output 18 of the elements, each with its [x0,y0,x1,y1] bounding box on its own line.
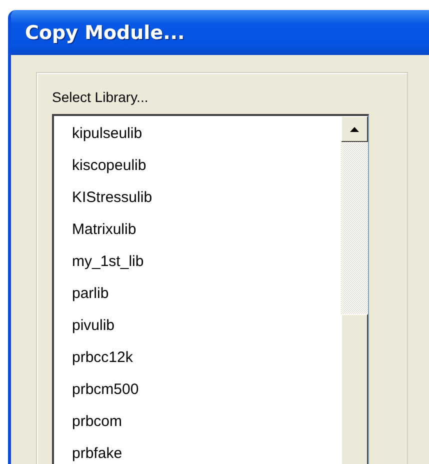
scroll-thumb[interactable] [341,314,368,464]
library-item[interactable]: kiscopeulib [70,150,148,182]
up-arrow-icon [350,126,359,132]
library-item[interactable]: my_1st_lib [70,246,146,278]
library-item[interactable]: prbcc12k [70,342,135,374]
scrollbar[interactable] [341,116,368,464]
library-item[interactable]: parlib [70,278,111,310]
window-title: Copy Module... [11,10,429,55]
library-item[interactable]: pivulib [70,310,117,342]
scroll-up-button[interactable] [341,116,368,142]
library-item[interactable]: Matrixulib [70,214,138,246]
library-item[interactable]: prbcm500 [70,374,141,406]
select-library-label: Select Library... [52,89,148,105]
library-list[interactable]: kipulseulib kiscopeulib KIStressulib Matrixulib my_1st_lib parlib pivulib prbcc12k prbcm500 prbcom prbfake [52,114,369,464]
library-item[interactable]: prbcom [70,406,124,438]
library-item[interactable]: kipulseulib [70,118,144,150]
library-item[interactable]: KIStressulib [70,182,154,214]
library-item[interactable]: prbfake [70,438,124,464]
